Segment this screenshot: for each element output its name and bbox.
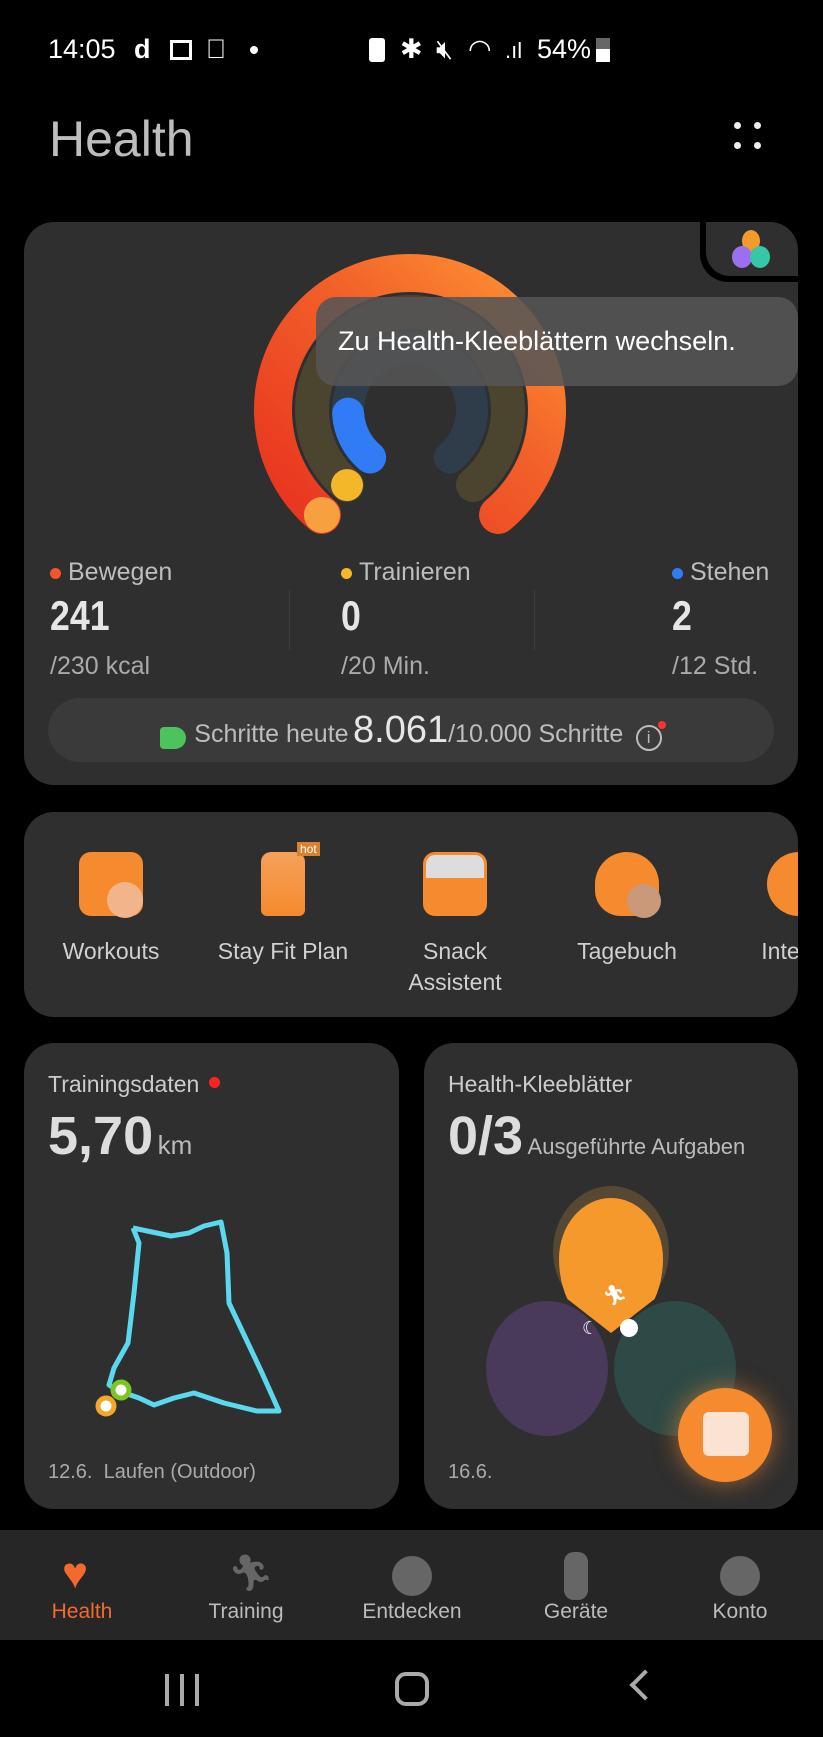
status-bar: 14:05 d  ✱ 🔇︎ ◠ .ıl 54% [0,34,823,70]
heart-icon: ♥ [62,1549,89,1598]
smile-icon [620,1319,638,1337]
new-indicator-dot [209,1077,221,1088]
user-avatar-icon [720,1556,760,1596]
divider [289,590,290,650]
more-options-button[interactable] [732,120,762,152]
info-icon[interactable]: i [635,720,666,751]
steps-value: 8.061 [353,709,449,751]
running-icon: 🏃︎ [228,1552,274,1593]
stand-goal: /12 Std. [672,652,759,680]
more-notifications-dot [250,46,258,54]
app-notification-icon: d [134,34,151,64]
activity-rings-card[interactable]: Zu Health-Kleeblättern wechseln. Bewegen… [24,220,800,785]
training-data-card[interactable]: Trainingsdaten 5,70 km 12.6. Laufen (Out… [24,1043,399,1509]
task-list-button[interactable] [678,1388,772,1482]
shortcut-interval[interactable]: Interval [714,812,798,967]
clover-tooltip[interactable]: Zu Health-Kleeblättern wechseln. [316,297,798,386]
steps-goal: /10.000 Schritte [448,720,624,748]
nav-training[interactable]: 🏃︎ Training [166,1530,326,1637]
exercise-goal: /20 Min. [341,652,430,680]
move-value: 241 [50,592,110,639]
shortcut-snack-assistant[interactable]: Snack Assistent [370,812,540,998]
route-end-marker [110,1379,132,1401]
shoe-icon [160,726,187,749]
back-button[interactable] [629,1669,661,1701]
system-nav [0,1640,823,1737]
watch-icon [564,1552,588,1600]
signal-icon: .ıl [505,38,523,63]
recent-apps-button[interactable] [165,1674,199,1706]
move-goal: /230 kcal [50,652,151,680]
shortcut-stay-fit-plan[interactable]: hot Stay Fit Plan [198,812,368,967]
workouts-icon [79,852,143,918]
bluetooth-icon: ✱ [400,34,423,64]
globe-icon [392,1556,432,1596]
steps-label: Schritte heute [194,720,349,748]
clover-switch-button[interactable] [706,222,798,276]
steps-pill[interactable]: Schritte heute 8.061/10.000 Schritte i [48,698,774,762]
battery-percent: 54% [537,34,592,64]
shortcut-workouts[interactable]: Workouts [26,812,196,967]
stand-label: Stehen [672,558,769,587]
nav-health[interactable]: ♥ Health [2,1530,162,1637]
nav-devices[interactable]: Geräte [496,1530,656,1637]
move-ring-icon [303,496,340,533]
exercise-label: Trainieren [341,558,471,587]
clover-progress: 0/3 Ausgeführte Aufgaben [448,1106,746,1166]
status-time: 14:05 [48,34,116,64]
stand-value: 2 [672,592,692,639]
home-button[interactable] [395,1672,429,1706]
running-icon: 🏃︎ [602,1285,628,1307]
snack-scan-icon [423,852,487,916]
move-label: Bewegen [50,558,172,587]
apple-icon:  [206,34,226,65]
nav-discover[interactable]: Entdecken [332,1530,492,1637]
interval-icon [767,852,798,916]
calendar-icon [170,40,192,60]
mute-icon: 🔇︎ [436,34,454,64]
stand-ring-icon [355,442,386,473]
clover-footer: 16.6. [448,1461,493,1483]
exercise-ring-icon [331,469,364,502]
nav-account[interactable]: Konto [660,1530,820,1637]
training-title: Trainingsdaten [48,1071,221,1098]
diary-bowl-clock-icon [595,852,661,918]
clover-purple-leaf [732,246,752,268]
divider [534,590,535,650]
clover-title: Health-Kleeblätter [448,1071,633,1097]
checklist-icon [703,1412,749,1456]
route-start-marker [95,1395,117,1417]
training-footer: 12.6. Laufen (Outdoor) [48,1461,256,1483]
body-shape-icon: hot [261,842,320,916]
page-title: Health [49,111,194,167]
bottom-nav: ♥ Health 🏃︎ Training Entdecken Geräte Kont… [0,1530,823,1640]
health-clover-card[interactable]: Health-Kleeblätter 0/3 Ausgeführte Aufga… [424,1043,798,1509]
wifi-icon: ◠ [468,34,492,64]
battery-icon [596,38,610,62]
activity-rings [254,254,566,534]
battery-saver-icon [369,38,385,62]
shortcut-diary[interactable]: Tagebuch [542,812,712,967]
shortcuts-card: Workouts hot Stay Fit Plan Snack Assistent… [24,812,798,1017]
route-path [106,1219,282,1414]
sleep-moon-icon: ☾ [582,1318,599,1338]
route-map [95,1219,282,1417]
clover-teal-leaf [750,246,770,268]
exercise-value: 0 [341,592,361,639]
